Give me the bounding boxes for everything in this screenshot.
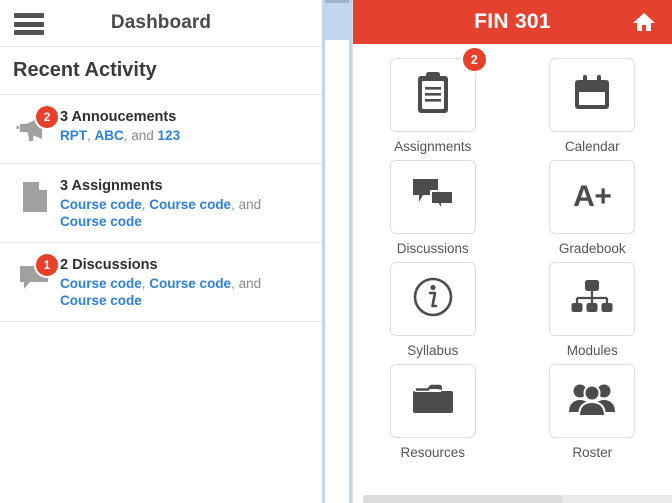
activity-link[interactable]: Course code [60, 197, 142, 212]
recent-activity-header: Recent Activity [0, 47, 322, 95]
activity-text: 3 Annoucements RPT, ABC, and 123 [60, 107, 186, 144]
tile-gradebook[interactable]: A+ Gradebook [524, 160, 660, 256]
course-title: FIN 301 [474, 10, 551, 33]
activity-text: 3 Assignments Course code, Course code, … [60, 176, 312, 230]
tile-box [549, 58, 636, 132]
tile-modules[interactable]: Modules [524, 262, 660, 358]
course-header: FIN 301 [353, 0, 672, 44]
tile-syllabus[interactable]: Syllabus [365, 262, 501, 358]
hamburger-bar [14, 30, 44, 35]
tile-calendar[interactable]: Calendar [524, 58, 660, 154]
tile-label: Resources [400, 445, 466, 460]
activity-separator: , and [231, 197, 262, 212]
tile-label: Syllabus [407, 343, 459, 358]
activity-separator: , [87, 128, 95, 143]
activity-separator: , and [123, 128, 158, 143]
clipboard-icon [413, 70, 453, 121]
grade-a-plus-icon: A+ [573, 180, 612, 213]
activity-link[interactable]: Course code [60, 276, 142, 291]
tile-box [549, 364, 636, 438]
activity-link[interactable]: Course code [60, 293, 142, 308]
activity-icon-wrap: 2 [8, 106, 60, 151]
hamburger-bar [14, 13, 44, 18]
scrollbar-thumb[interactable] [363, 495, 563, 503]
activity-links: RPT, ABC, and 123 [60, 127, 180, 144]
list-item[interactable]: 2 3 Annoucements RPT, ABC, and 123 [0, 95, 322, 164]
tile-discussions[interactable]: Discussions [365, 160, 501, 256]
activity-text: 2 Discussions Course code, Course code, … [60, 255, 312, 309]
tile-label: Modules [566, 343, 618, 358]
tile-label: Roster [572, 445, 613, 460]
gutter-top-line [325, 0, 349, 3]
hamburger-bar [14, 21, 44, 27]
hamburger-menu-icon[interactable] [14, 13, 44, 35]
tile-box [389, 160, 476, 234]
activity-title: 3 Annoucements [60, 109, 177, 125]
tile-box: 2 [389, 48, 486, 132]
hierarchy-icon [569, 277, 615, 322]
tile-resources[interactable]: Resources [365, 364, 501, 460]
activity-link[interactable]: ABC [95, 128, 124, 143]
document-icon [17, 179, 51, 217]
activity-icon-wrap: 1 [8, 254, 60, 299]
status-badge: 2 [462, 48, 486, 71]
panel-gutter [322, 0, 352, 503]
page-title: Dashboard [110, 12, 212, 33]
activity-separator: , and [231, 276, 262, 291]
dashboard-panel: Dashboard Recent Activity 2 3 Annoucemen… [0, 0, 322, 503]
people-group-icon [567, 380, 617, 423]
activity-link[interactable]: Course code [149, 197, 231, 212]
course-panel: FIN 301 2 Assignments Calendar Discussio… [352, 0, 672, 503]
list-item[interactable]: 3 Assignments Course code, Course code, … [0, 164, 322, 243]
tile-assignments[interactable]: 2 Assignments [365, 48, 501, 154]
list-item[interactable]: 1 2 Discussions Course code, Course code… [0, 243, 322, 322]
home-icon[interactable] [632, 11, 656, 38]
tile-label: Calendar [564, 139, 620, 154]
course-tile-grid: 2 Assignments Calendar Discussions A+ Gr… [353, 44, 672, 460]
activity-link[interactable]: Course code [149, 276, 231, 291]
folder-icon [409, 380, 457, 423]
activity-title: 3 Assignments [60, 178, 163, 194]
tile-box [389, 364, 476, 438]
activity-link[interactable]: RPT [60, 128, 87, 143]
activity-link[interactable]: 123 [158, 128, 181, 143]
dashboard-header: Dashboard [0, 0, 322, 47]
tile-box: A+ [549, 160, 636, 234]
tile-label: Discussions [396, 241, 469, 256]
horizontal-scrollbar[interactable] [363, 495, 672, 503]
status-badge: 2 [36, 106, 58, 128]
recent-activity-title: Recent Activity [13, 59, 157, 81]
tile-box [389, 262, 476, 336]
activity-title: 2 Discussions [60, 257, 158, 273]
speech-bubbles-icon [409, 175, 457, 220]
tile-roster[interactable]: Roster [524, 364, 660, 460]
info-circle-icon [411, 275, 455, 324]
app-screen: Dashboard Recent Activity 2 3 Annoucemen… [0, 0, 672, 503]
status-badge: 1 [36, 254, 58, 276]
tile-label: Assignments [394, 139, 472, 154]
activity-links: Course code, Course code, and Course cod… [60, 275, 306, 309]
activity-icon-wrap [8, 176, 60, 220]
activity-link[interactable]: Course code [60, 214, 142, 229]
gutter-inner [325, 40, 349, 503]
tile-box [549, 262, 636, 336]
activity-list: 2 3 Annoucements RPT, ABC, and 123 3 Ass… [0, 95, 322, 322]
calendar-icon [570, 71, 614, 120]
tile-label: Gradebook [558, 241, 626, 256]
activity-links: Course code, Course code, and Course cod… [60, 196, 306, 230]
